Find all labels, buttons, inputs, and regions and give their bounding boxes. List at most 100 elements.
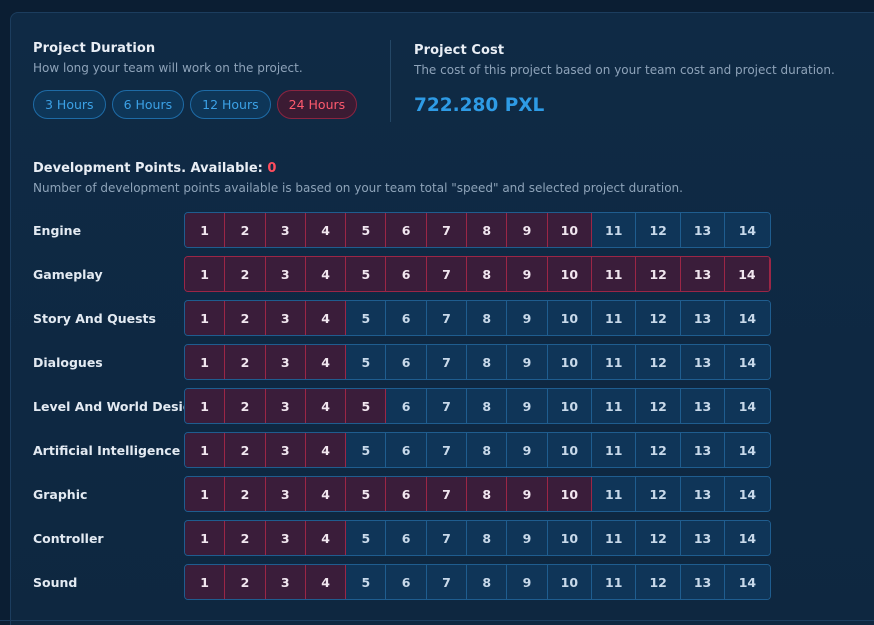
point-cell[interactable]: 3 — [265, 433, 306, 467]
point-cell[interactable]: 14 — [725, 213, 770, 247]
point-cell[interactable]: 13 — [680, 565, 726, 599]
point-cell[interactable]: 13 — [680, 213, 726, 247]
point-cell[interactable]: 8 — [467, 213, 508, 247]
point-cell[interactable]: 13 — [680, 389, 726, 423]
point-cell[interactable]: 8 — [467, 565, 508, 599]
point-cell[interactable]: 7 — [426, 257, 468, 291]
point-cell[interactable]: 12 — [636, 345, 681, 379]
point-cell[interactable]: 10 — [547, 477, 593, 511]
point-cell[interactable]: 1 — [185, 477, 226, 511]
point-cell[interactable]: 14 — [725, 477, 770, 511]
point-cell[interactable]: 7 — [426, 477, 468, 511]
point-cell[interactable]: 6 — [386, 477, 427, 511]
point-cell[interactable]: 12 — [636, 389, 681, 423]
point-cell[interactable]: 3 — [265, 345, 306, 379]
point-cell[interactable]: 5 — [346, 301, 387, 335]
point-cell[interactable]: 13 — [680, 521, 726, 555]
point-cell[interactable]: 4 — [305, 257, 347, 291]
point-cell[interactable]: 13 — [680, 433, 726, 467]
point-cell[interactable]: 3 — [265, 257, 306, 291]
point-cell[interactable]: 2 — [225, 565, 266, 599]
point-cell[interactable]: 4 — [305, 213, 347, 247]
point-cell[interactable]: 10 — [547, 301, 593, 335]
point-cell[interactable]: 10 — [547, 213, 593, 247]
point-cell[interactable]: 12 — [636, 477, 681, 511]
point-cell[interactable]: 14 — [725, 301, 770, 335]
point-cell[interactable]: 10 — [547, 521, 593, 555]
point-cell[interactable]: 10 — [547, 433, 593, 467]
point-cell[interactable]: 1 — [185, 521, 226, 555]
point-cell[interactable]: 2 — [225, 257, 266, 291]
point-cell[interactable]: 14 — [725, 433, 770, 467]
point-cell[interactable]: 8 — [467, 389, 508, 423]
point-cell[interactable]: 4 — [305, 477, 347, 511]
point-cell[interactable]: 9 — [507, 213, 548, 247]
point-cell[interactable]: 2 — [225, 389, 266, 423]
point-cell[interactable]: 11 — [592, 213, 637, 247]
point-cell[interactable]: 8 — [467, 345, 508, 379]
point-cell[interactable]: 1 — [185, 301, 226, 335]
point-cell[interactable]: 7 — [426, 345, 468, 379]
point-cell[interactable]: 5 — [346, 433, 387, 467]
point-cell[interactable]: 10 — [547, 389, 593, 423]
point-cell[interactable]: 13 — [680, 301, 726, 335]
point-cell[interactable]: 7 — [426, 521, 468, 555]
point-cell[interactable]: 11 — [592, 433, 637, 467]
point-cell[interactable]: 14 — [725, 521, 770, 555]
point-cell[interactable]: 9 — [507, 345, 548, 379]
point-cell[interactable]: 4 — [305, 301, 347, 335]
point-cell[interactable]: 4 — [305, 521, 347, 555]
point-cell[interactable]: 14 — [725, 389, 770, 423]
point-cell[interactable]: 11 — [592, 521, 637, 555]
duration-option-24-hours[interactable]: 24 Hours — [276, 90, 358, 119]
duration-option-3-hours[interactable]: 3 Hours — [33, 90, 106, 119]
point-cell[interactable]: 5 — [346, 521, 387, 555]
point-cell[interactable]: 7 — [426, 213, 468, 247]
point-cell[interactable]: 3 — [265, 389, 306, 423]
point-cell[interactable]: 1 — [185, 433, 226, 467]
point-cell[interactable]: 3 — [265, 521, 306, 555]
point-cell[interactable]: 4 — [305, 433, 347, 467]
point-cell[interactable]: 9 — [507, 477, 548, 511]
point-cell[interactable]: 14 — [725, 257, 770, 291]
point-cell[interactable]: 7 — [426, 433, 468, 467]
point-cell[interactable]: 9 — [507, 301, 548, 335]
point-cell[interactable]: 12 — [636, 433, 681, 467]
point-cell[interactable]: 1 — [185, 257, 226, 291]
point-cell[interactable]: 5 — [346, 565, 387, 599]
point-cell[interactable]: 9 — [507, 565, 548, 599]
point-cell[interactable]: 1 — [185, 389, 226, 423]
point-cell[interactable]: 11 — [592, 301, 637, 335]
point-cell[interactable]: 10 — [547, 345, 593, 379]
point-cell[interactable]: 11 — [592, 257, 637, 291]
point-cell[interactable]: 6 — [386, 213, 427, 247]
point-cell[interactable]: 11 — [592, 477, 637, 511]
point-cell[interactable]: 14 — [725, 565, 770, 599]
point-cell[interactable]: 11 — [592, 345, 637, 379]
point-cell[interactable]: 8 — [467, 257, 508, 291]
point-cell[interactable]: 6 — [386, 345, 427, 379]
point-cell[interactable]: 6 — [386, 565, 427, 599]
point-cell[interactable]: 1 — [185, 345, 226, 379]
point-cell[interactable]: 12 — [636, 301, 681, 335]
point-cell[interactable]: 8 — [467, 477, 508, 511]
point-cell[interactable]: 13 — [680, 477, 726, 511]
point-cell[interactable]: 2 — [225, 433, 266, 467]
point-cell[interactable]: 14 — [725, 345, 770, 379]
point-cell[interactable]: 4 — [305, 345, 347, 379]
point-cell[interactable]: 8 — [467, 301, 508, 335]
point-cell[interactable]: 3 — [265, 565, 306, 599]
point-cell[interactable]: 8 — [467, 521, 508, 555]
point-cell[interactable]: 3 — [265, 477, 306, 511]
point-cell[interactable]: 3 — [265, 213, 306, 247]
point-cell[interactable]: 13 — [680, 345, 726, 379]
point-cell[interactable]: 5 — [346, 345, 387, 379]
point-cell[interactable]: 9 — [507, 433, 548, 467]
point-cell[interactable]: 1 — [185, 213, 226, 247]
point-cell[interactable]: 7 — [426, 565, 468, 599]
point-cell[interactable]: 6 — [386, 301, 427, 335]
point-cell[interactable]: 9 — [507, 257, 548, 291]
point-cell[interactable]: 10 — [547, 565, 593, 599]
point-cell[interactable]: 7 — [426, 389, 468, 423]
point-cell[interactable]: 5 — [346, 477, 387, 511]
